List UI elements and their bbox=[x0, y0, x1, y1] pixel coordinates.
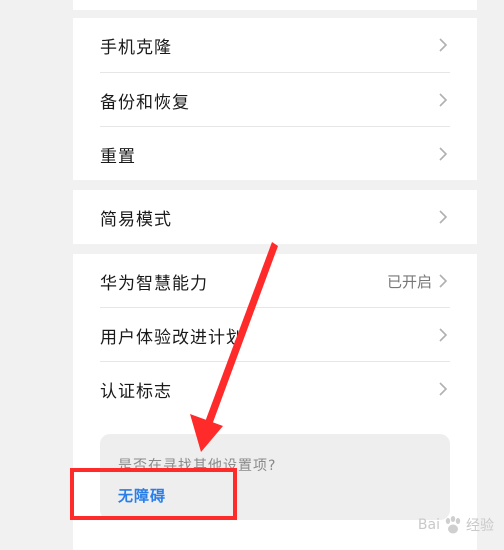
baidu-watermark: Bai 经验 bbox=[418, 514, 494, 536]
baidu-paw-icon bbox=[445, 516, 461, 534]
annotation-highlight-box bbox=[70, 468, 237, 520]
annotation-arrow-shaft bbox=[205, 242, 278, 425]
watermark-brand-left: Bai bbox=[417, 517, 440, 533]
watermark-brand-right: 经验 bbox=[466, 518, 494, 534]
